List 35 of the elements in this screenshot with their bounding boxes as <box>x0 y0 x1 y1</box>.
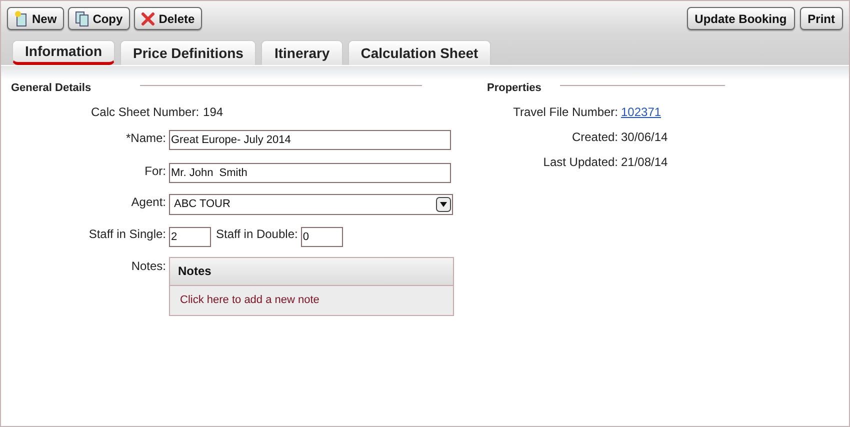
field-label: Created: <box>570 128 619 146</box>
tab[interactable]: Information <box>12 40 115 65</box>
copy-icon <box>74 10 89 26</box>
staff-single-field[interactable]: 2 <box>169 226 211 246</box>
section-title: Properties <box>487 81 542 96</box>
tab[interactable]: Itinerary <box>261 40 343 65</box>
tab[interactable]: Calculation Sheet <box>348 40 492 65</box>
travel-file-link[interactable]: 102371 <box>621 102 662 120</box>
toolbar-button[interactable]: Print <box>800 7 843 30</box>
delete-icon <box>140 12 155 26</box>
field-label: Notes: <box>130 258 167 274</box>
field-label: Staff in Double: <box>216 226 298 242</box>
field-value: 194 <box>203 104 224 120</box>
agent-dropdown[interactable]: ABC TOUR <box>169 194 453 214</box>
toolbar-button[interactable]: Delete <box>134 7 202 30</box>
field-label: Staff in Single: <box>88 226 167 242</box>
field-label: Last Updated: <box>542 154 619 170</box>
tab[interactable]: Price Definitions <box>120 40 256 65</box>
new-document-icon <box>14 10 28 26</box>
toolbar-button[interactable]: New <box>7 7 64 30</box>
field-label: Agent: <box>130 194 167 210</box>
section-title: General Details <box>11 81 92 96</box>
staff-double-field[interactable]: 0 <box>300 226 343 246</box>
name-field[interactable]: Great Europe- July 2014 <box>169 130 451 150</box>
field-label: *Name: <box>124 130 167 146</box>
for-field[interactable]: Mr. John Smith <box>169 162 451 182</box>
toolbar-button[interactable]: Update Booking <box>686 7 795 30</box>
panel-title: Notes <box>178 263 212 280</box>
field-label: Travel File Number: <box>512 104 619 120</box>
toolbar-button[interactable]: Copy <box>68 7 130 30</box>
field-label: For: <box>144 162 167 180</box>
field-value: 30/06/14 <box>621 128 668 146</box>
field-label: Calc Sheet Number: <box>90 104 200 120</box>
add-note-link[interactable]: Click here to add a new note <box>180 292 320 308</box>
field-value: 21/08/14 <box>621 154 668 170</box>
